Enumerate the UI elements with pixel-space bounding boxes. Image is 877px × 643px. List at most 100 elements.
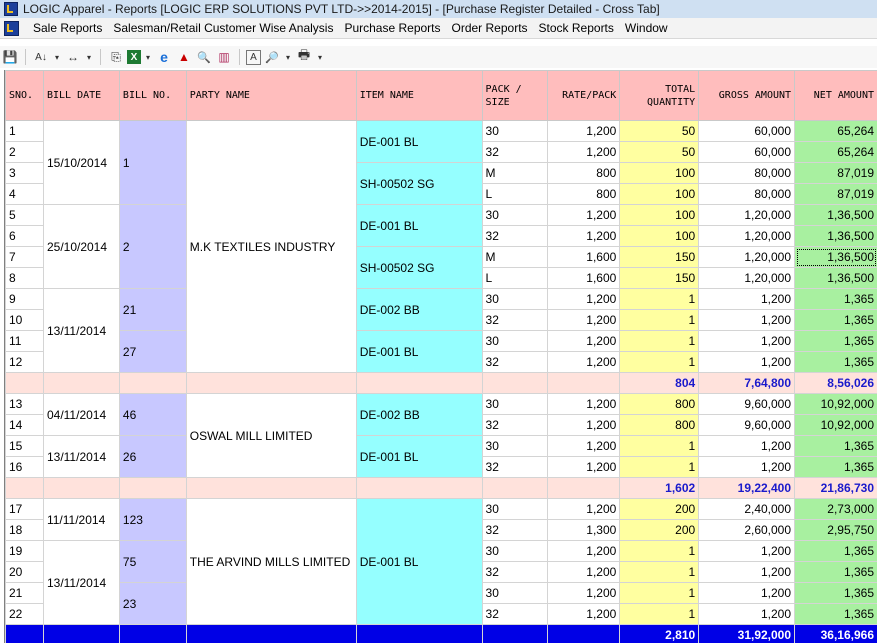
party-name-cell[interactable]: M.K TEXTILES INDUSTRY xyxy=(185,120,357,373)
gross-amount-cell[interactable]: 2,60,000 xyxy=(698,519,796,541)
rate-cell[interactable]: 1,200 xyxy=(547,309,621,331)
size-cell[interactable]: M xyxy=(481,246,549,268)
quantity-cell[interactable]: 800 xyxy=(619,414,700,436)
subtotal-row[interactable]: 804 7,64,800 8,56,026 xyxy=(5,372,877,394)
excel-dropdown-icon[interactable]: ▾ xyxy=(143,48,153,66)
sno-cell[interactable]: 19 xyxy=(5,540,44,562)
sno-cell[interactable]: 2 xyxy=(5,141,44,163)
net-amount-cell[interactable]: 1,365 xyxy=(794,603,877,625)
rate-cell[interactable]: 800 xyxy=(547,162,621,184)
gross-amount-cell[interactable]: 1,200 xyxy=(698,603,796,625)
item-name-cell[interactable]: DE-002 BB xyxy=(355,393,483,436)
bill-no-cell[interactable]: 1 xyxy=(118,120,187,205)
rate-cell[interactable]: 1,200 xyxy=(547,540,621,562)
size-cell[interactable]: L xyxy=(481,267,549,289)
gross-amount-cell[interactable]: 1,200 xyxy=(698,330,796,352)
quantity-cell[interactable]: 150 xyxy=(619,246,700,268)
gross-amount-cell[interactable]: 1,20,000 xyxy=(698,246,796,268)
sno-cell[interactable]: 10 xyxy=(5,309,44,331)
size-cell[interactable]: 32 xyxy=(481,414,549,436)
gross-amount-cell[interactable]: 1,20,000 xyxy=(698,267,796,289)
bill-date-cell[interactable]: 04/11/2014 xyxy=(42,393,120,436)
quantity-cell[interactable]: 100 xyxy=(619,204,700,226)
table-row[interactable]: 11 27 DE-001 BL 30 1,200 1 1,200 1,365 xyxy=(5,330,877,373)
gross-amount-cell[interactable]: 1,200 xyxy=(698,582,796,604)
size-cell[interactable]: 32 xyxy=(481,561,549,583)
table-row[interactable]: 9 13/11/2014 21 DE-002 BB 30 1,200 1 1,2… xyxy=(5,288,877,373)
quantity-cell[interactable]: 1 xyxy=(619,582,700,604)
col-header-party-name[interactable]: PARTY NAME xyxy=(185,70,357,121)
sort-dropdown-icon[interactable]: ▾ xyxy=(52,48,62,66)
subtotal-net-amount[interactable]: 8,56,026 xyxy=(794,372,877,394)
subtotal-quantity[interactable]: 804 xyxy=(619,372,700,394)
col-header-bill-no[interactable]: BILL NO. xyxy=(118,70,187,121)
rate-cell[interactable]: 1,200 xyxy=(547,330,621,352)
bill-no-cell[interactable]: 123 xyxy=(118,498,187,541)
sno-cell[interactable]: 16 xyxy=(5,456,44,478)
bill-date-cell[interactable]: 15/10/2014 xyxy=(42,120,120,205)
bill-no-cell[interactable]: 2 xyxy=(118,204,187,289)
bill-date-cell[interactable]: 13/11/2014 xyxy=(42,435,120,478)
bill-date-cell[interactable]: 13/11/2014 xyxy=(42,288,120,373)
sno-cell[interactable]: 12 xyxy=(5,351,44,373)
grand-total-net-amount[interactable]: 36,16,966 xyxy=(794,624,877,643)
bill-no-cell[interactable]: 46 xyxy=(118,393,187,436)
menu-order-reports[interactable]: Order Reports xyxy=(448,21,535,35)
size-cell[interactable]: 30 xyxy=(481,204,549,226)
quantity-cell[interactable]: 100 xyxy=(619,183,700,205)
sno-cell[interactable]: 22 xyxy=(5,603,44,625)
item-name-cell[interactable]: DE-001 BL xyxy=(355,330,483,373)
quantity-cell[interactable]: 800 xyxy=(619,393,700,415)
subtotal-quantity[interactable]: 1,602 xyxy=(619,477,700,499)
print-preview-icon[interactable]: 🔎 xyxy=(263,48,281,66)
save-icon[interactable]: 💾 xyxy=(1,48,19,66)
gross-amount-cell[interactable]: 80,000 xyxy=(698,162,796,184)
chart-icon[interactable]: ▥ xyxy=(215,48,233,66)
table-row[interactable]: 1 15/10/2014 1 M.K TEXTILES INDUSTRY DE-… xyxy=(5,120,877,373)
bill-no-cell[interactable]: 23 xyxy=(118,582,187,625)
col-header-bill-date[interactable]: BILL DATE xyxy=(42,70,120,121)
size-cell[interactable]: 30 xyxy=(481,498,549,520)
item-name-cell[interactable]: DE-001 BL xyxy=(355,435,483,478)
bill-date-cell[interactable]: 11/11/2014 xyxy=(42,498,120,541)
party-name-cell[interactable]: OSWAL MILL LIMITED xyxy=(185,393,357,478)
sno-cell[interactable]: 21 xyxy=(5,582,44,604)
net-amount-cell[interactable]: 1,365 xyxy=(794,309,877,331)
sno-cell[interactable]: 13 xyxy=(5,393,44,415)
sort-icon[interactable]: A↓ xyxy=(32,48,50,66)
menu-sale-reports[interactable]: Sale Reports xyxy=(29,21,109,35)
gross-amount-cell[interactable]: 9,60,000 xyxy=(698,414,796,436)
table-row[interactable]: 13 04/11/2014 46 OSWAL MILL LIMITED DE-0… xyxy=(5,393,877,478)
up-arrow-icon[interactable]: ▲ xyxy=(175,48,193,66)
gross-amount-cell[interactable]: 1,200 xyxy=(698,288,796,310)
net-amount-cell[interactable]: 87,019 xyxy=(794,162,877,184)
menu-purchase-reports[interactable]: Purchase Reports xyxy=(340,21,447,35)
quantity-cell[interactable]: 200 xyxy=(619,498,700,520)
item-name-cell[interactable]: DE-001 BL xyxy=(355,204,483,247)
quantity-cell[interactable]: 1 xyxy=(619,561,700,583)
net-amount-cell[interactable]: 1,36,500 xyxy=(794,246,877,268)
ie-icon[interactable]: e xyxy=(155,48,173,66)
menu-salesman-analysis[interactable]: Salesman/Retail Customer Wise Analysis xyxy=(109,21,340,35)
quantity-cell[interactable]: 1 xyxy=(619,435,700,457)
sno-cell[interactable]: 18 xyxy=(5,519,44,541)
print-icon[interactable]: 🖶 xyxy=(295,47,313,66)
net-amount-cell[interactable]: 1,365 xyxy=(794,435,877,457)
gross-amount-cell[interactable]: 1,200 xyxy=(698,351,796,373)
col-header-item-name[interactable]: ITEM NAME xyxy=(355,70,483,121)
net-amount-cell[interactable]: 1,365 xyxy=(794,351,877,373)
size-cell[interactable]: 30 xyxy=(481,288,549,310)
col-header-pack-size[interactable]: PACK / SIZE xyxy=(481,70,549,121)
subtotal-row[interactable]: 1,602 19,22,400 21,86,730 xyxy=(5,477,877,499)
party-name-cell[interactable]: THE ARVIND MILLS LIMITED xyxy=(185,498,357,625)
quantity-cell[interactable]: 1 xyxy=(619,330,700,352)
rate-cell[interactable]: 1,200 xyxy=(547,393,621,415)
quantity-cell[interactable]: 1 xyxy=(619,540,700,562)
grand-total-row[interactable]: 2,810 31,92,000 36,16,966 xyxy=(5,624,877,643)
item-name-cell[interactable]: DE-001 BL xyxy=(355,498,483,625)
table-row[interactable]: 15 13/11/2014 26 DE-001 BL 30 1,200 1 1,… xyxy=(5,435,877,478)
net-amount-cell[interactable]: 1,365 xyxy=(794,456,877,478)
quantity-cell[interactable]: 200 xyxy=(619,519,700,541)
size-cell[interactable]: 32 xyxy=(481,141,549,163)
quantity-cell[interactable]: 150 xyxy=(619,267,700,289)
